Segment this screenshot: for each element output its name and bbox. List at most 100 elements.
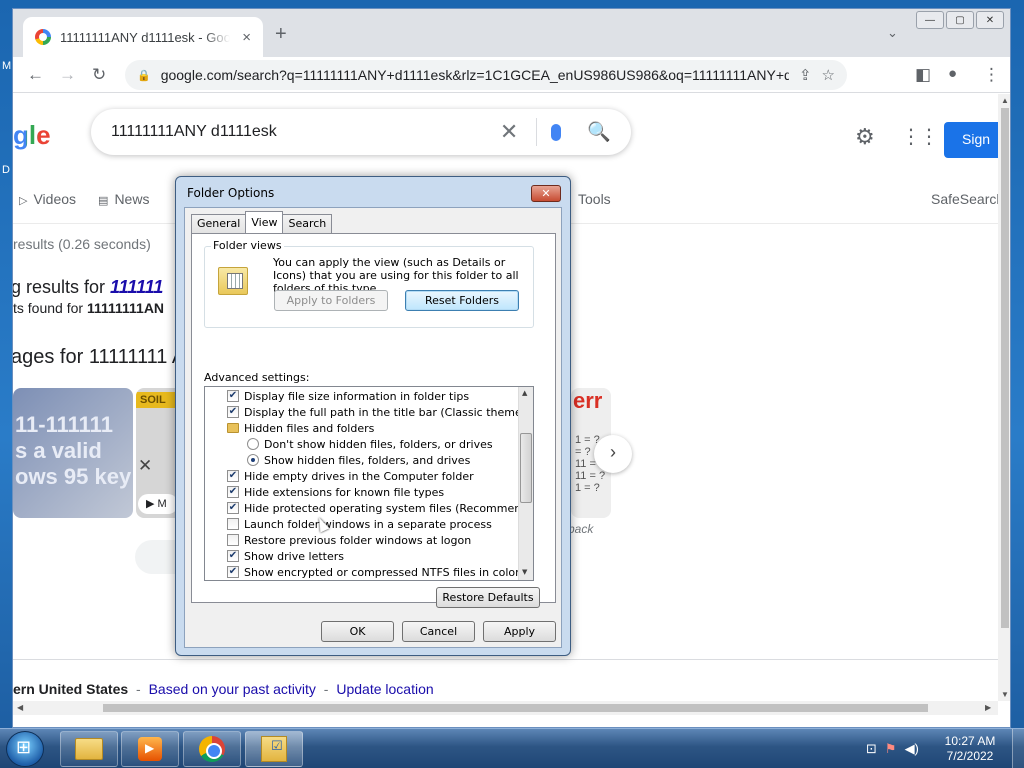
play-icon: ▶ M <box>138 494 178 514</box>
maximize-button[interactable]: ▢ <box>946 11 974 29</box>
checkbox-checked[interactable]: ✔ <box>227 406 239 418</box>
tools-button[interactable]: Tools <box>578 191 611 207</box>
setting-show-drive-letters[interactable]: ✔ Show drive letters <box>227 548 344 564</box>
reload-icon[interactable]: ↻ <box>92 65 106 85</box>
update-location-link[interactable]: Update location <box>336 681 433 697</box>
setting-full-path-title[interactable]: ✔ Display the full path in the title bar … <box>227 404 533 420</box>
share-icon[interactable]: ⇪ <box>799 66 812 84</box>
apply-to-folders-button[interactable]: Apply to Folders <box>274 290 388 311</box>
setting-restore-windows[interactable]: Restore previous folder windows at logon <box>227 532 471 548</box>
showing-query-link[interactable]: 111111 <box>110 277 163 297</box>
chrome-icon <box>199 736 225 762</box>
tab-view[interactable]: View <box>245 211 284 233</box>
safesearch-button[interactable]: SafeSearch <box>931 191 998 207</box>
lock-icon[interactable]: 🔒 <box>137 69 151 82</box>
clear-search-icon[interactable]: ✕ <box>500 119 518 145</box>
checkbox-checked[interactable]: ✔ <box>227 390 239 402</box>
not-found-query: 11111111AN <box>86 300 165 316</box>
checkbox-unchecked[interactable] <box>227 534 239 546</box>
taskbar-explorer-button[interactable] <box>60 731 118 767</box>
settings-gear-icon[interactable]: ⚙ <box>855 124 875 150</box>
tab-news[interactable]: ▤ News <box>98 191 149 207</box>
advanced-settings-scrollbar[interactable]: ▲ ▼ <box>518 387 533 580</box>
forward-icon[interactable]: → <box>59 65 76 85</box>
scroll-up-arrow-icon[interactable]: ▲ <box>522 389 527 397</box>
network-icon[interactable]: ⊡ <box>866 741 877 757</box>
setting-hide-extensions[interactable]: ✔ Hide extensions for known file types <box>227 484 444 500</box>
ok-button[interactable]: OK <box>321 621 394 642</box>
tab-search-icon[interactable]: ⌄ <box>887 25 898 41</box>
based-on-activity-link[interactable]: Based on your past activity <box>149 681 316 697</box>
search-submit-icon[interactable]: 🔍 <box>587 120 611 144</box>
checkbox-checked[interactable]: ✔ <box>227 502 239 514</box>
tab-close-icon[interactable]: × <box>242 29 251 46</box>
checkbox-unchecked[interactable] <box>227 518 239 530</box>
advanced-scroll-thumb[interactable] <box>520 433 532 503</box>
radio-unchecked[interactable] <box>247 438 259 450</box>
horizontal-scrollbar[interactable]: ◀ ▶ <box>13 701 998 715</box>
apply-button[interactable]: Apply <box>483 621 556 642</box>
checkbox-checked[interactable]: ✔ <box>227 486 239 498</box>
url-text[interactable]: google.com/search?q=11111111ANY+d1111esk… <box>161 67 789 83</box>
tab-general[interactable]: General <box>191 214 247 233</box>
show-desktop-button[interactable] <box>1012 729 1024 768</box>
next-images-chevron-icon[interactable]: › <box>594 435 632 473</box>
chrome-menu-icon[interactable]: ⋮ <box>983 65 1000 85</box>
start-button[interactable] <box>6 731 44 767</box>
profile-avatar-icon[interactable]: ● <box>948 65 957 82</box>
scroll-left-arrow-icon[interactable]: ◀ <box>17 703 23 712</box>
tab-videos[interactable]: ▷ Videos <box>19 191 76 207</box>
taskbar-clock[interactable]: 10:27 AM 7/2/2022 <box>935 734 1005 764</box>
vertical-scroll-thumb[interactable] <box>1001 108 1009 628</box>
image-thumbnail[interactable]: 11-111111 s a valid ows 95 key <box>13 388 133 518</box>
checkbox-checked[interactable]: ✔ <box>227 550 239 562</box>
search-box[interactable]: 11111111ANY d1111esk ✕ 🔍 <box>91 109 631 155</box>
feedback-link[interactable]: back <box>568 522 593 536</box>
back-icon[interactable]: ← <box>27 65 44 85</box>
tab-title: 11111111ANY d1111esk - Google <box>60 29 230 45</box>
close-window-button[interactable]: ✕ <box>976 11 1004 29</box>
scroll-down-arrow-icon[interactable]: ▼ <box>522 568 527 576</box>
cancel-button[interactable]: Cancel <box>402 621 475 642</box>
google-logo[interactable]: gle <box>13 120 51 151</box>
browser-tab[interactable]: 11111111ANY d1111esk - Google × <box>23 17 263 57</box>
setting-show-hidden[interactable]: Show hidden files, folders, and drives <box>247 452 470 468</box>
vertical-scrollbar[interactable]: ▲ ▼ <box>998 94 1010 701</box>
volume-icon[interactable]: ◀) <box>905 741 919 757</box>
restore-defaults-button[interactable]: Restore Defaults <box>436 587 540 608</box>
setting-label: Launch folder windows in a separate proc… <box>244 517 492 531</box>
scroll-right-arrow-icon[interactable]: ▶ <box>985 703 991 712</box>
dialog-close-button[interactable]: ✕ <box>531 185 561 202</box>
advanced-settings-list[interactable]: ✔ Display file size information in folder… <box>204 386 534 581</box>
images-heading[interactable]: ages for 11111111 A <box>13 346 185 369</box>
side-panel-icon[interactable]: ◧ <box>915 65 931 85</box>
setting-hide-empty-drives[interactable]: ✔ Hide empty drives in the Computer folde… <box>227 468 474 484</box>
checkbox-checked[interactable]: ✔ <box>227 470 239 482</box>
folder-views-group: Folder views You can apply the view (suc… <box>204 239 534 328</box>
scroll-up-arrow-icon[interactable]: ▲ <box>1001 96 1009 105</box>
setting-hide-protected-files[interactable]: ✔ Hide protected operating system files (… <box>227 500 533 516</box>
action-center-flag-icon[interactable]: ⚑ <box>885 741 897 757</box>
setting-dont-show-hidden[interactable]: Don't show hidden files, folders, or dri… <box>247 436 493 452</box>
setting-encrypted-color[interactable]: ✔ Show encrypted or compressed NTFS files… <box>227 564 520 580</box>
setting-file-size-info[interactable]: ✔ Display file size information in folder… <box>227 388 469 404</box>
tab-search[interactable]: Search <box>282 214 333 233</box>
clock-time: 10:27 AM <box>944 734 996 748</box>
minimize-button[interactable]: — <box>916 11 944 29</box>
address-bar[interactable]: 🔒 google.com/search?q=11111111ANY+d1111e… <box>125 60 847 90</box>
thumb-text: err <box>573 388 603 413</box>
voice-search-icon[interactable] <box>551 123 562 141</box>
checkbox-checked[interactable]: ✔ <box>227 566 239 578</box>
taskbar-media-player-button[interactable] <box>121 731 179 767</box>
horizontal-scroll-thumb[interactable] <box>103 704 928 712</box>
search-input[interactable]: 11111111ANY d1111esk <box>111 123 500 141</box>
setting-separate-process[interactable]: Launch folder windows in a separate proc… <box>227 516 492 532</box>
sign-in-button[interactable]: Sign <box>944 122 998 158</box>
radio-checked[interactable] <box>247 454 259 466</box>
new-tab-button[interactable]: + <box>275 23 287 46</box>
bookmark-star-icon[interactable]: ☆ <box>822 66 835 84</box>
taskbar-folder-options-button[interactable] <box>245 731 303 767</box>
taskbar-chrome-button[interactable] <box>183 731 241 767</box>
scroll-down-arrow-icon[interactable]: ▼ <box>1001 690 1009 699</box>
reset-folders-button[interactable]: Reset Folders <box>405 290 519 311</box>
